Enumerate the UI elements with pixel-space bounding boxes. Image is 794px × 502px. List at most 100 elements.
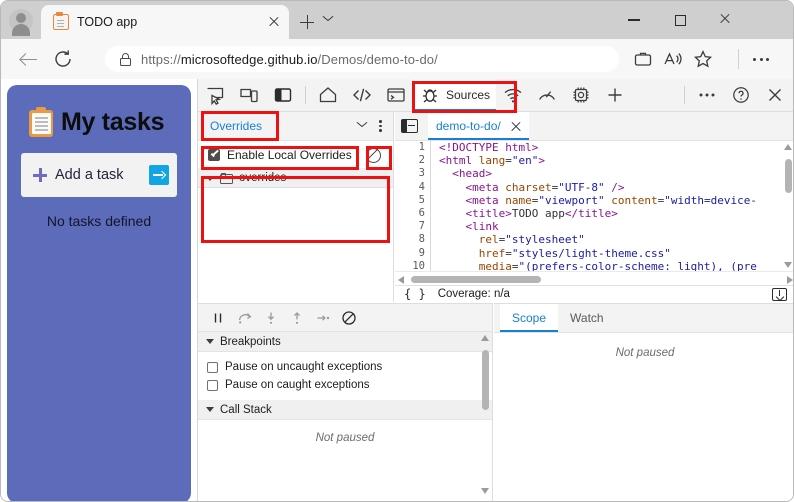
scroll-up-arrow-icon[interactable] — [784, 144, 792, 150]
step-icon[interactable] — [314, 309, 332, 327]
tab-sources[interactable]: Sources — [413, 79, 497, 111]
scroll-up-arrow-icon[interactable] — [481, 335, 489, 341]
submit-arrow-icon[interactable] — [149, 165, 169, 185]
scrollbar-thumb[interactable] — [411, 276, 541, 283]
tab-scope[interactable]: Scope — [500, 304, 559, 332]
line-number: 7 — [418, 220, 425, 233]
browser-window: TODO app https://microsoftedge.github.io… — [0, 0, 794, 502]
add-task-input[interactable]: Add a task — [21, 153, 177, 197]
navigator-tab-overrides[interactable]: Overrides — [202, 112, 270, 140]
clipboard-icon — [29, 107, 53, 137]
code-line: href="styles/light-theme.css" — [478, 246, 671, 260]
back-button[interactable] — [17, 47, 41, 71]
pause-on-uncaught-exceptions-checkbox[interactable] — [207, 361, 218, 373]
code-line: media="(prefers-color-scheme: light), (p… — [478, 259, 757, 271]
pause-on-uncaught-exceptions-row[interactable]: Pause on uncaught exceptions — [198, 358, 492, 376]
call-stack-empty-text: Not paused — [315, 432, 375, 444]
line-number: 4 — [418, 180, 425, 193]
site-information-lock-icon[interactable] — [119, 52, 131, 66]
step-out-icon[interactable] — [288, 309, 306, 327]
tab-scope-label: Scope — [512, 311, 547, 325]
help-question-mark-icon[interactable] — [724, 79, 758, 111]
line-number: 2 — [418, 154, 425, 167]
enable-local-overrides-checkbox[interactable] — [208, 148, 220, 161]
clear-configuration-icon[interactable] — [366, 148, 381, 163]
empty-state-text: No tasks defined — [46, 213, 152, 229]
editor-file-tab-close-icon[interactable] — [509, 120, 521, 132]
scroll-left-arrow-icon[interactable] — [398, 276, 404, 284]
profile-avatar[interactable] — [9, 9, 33, 36]
call-stack-section-header[interactable]: Call Stack — [198, 400, 492, 420]
tab-console[interactable] — [379, 79, 413, 111]
collapse-triangle-icon[interactable] — [206, 339, 214, 344]
code-viewer[interactable]: 1 2 3 4 5 6 7 8 9 10 <!DOCTYPE html> <html lang="e… — [395, 141, 793, 271]
step-into-icon[interactable] — [262, 309, 280, 327]
reload-button[interactable] — [51, 47, 75, 71]
tab-memory[interactable] — [564, 79, 598, 111]
export-icon[interactable] — [772, 288, 787, 301]
new-tab-plus-icon[interactable] — [297, 12, 317, 32]
close-devtools-icon[interactable] — [758, 79, 792, 111]
tab-watch-label: Watch — [570, 311, 604, 325]
device-emulation-icon[interactable] — [232, 79, 266, 111]
code-horizontal-scrollbar[interactable] — [395, 271, 793, 285]
debugger-vertical-scrollbar[interactable] — [480, 332, 491, 497]
pause-icon[interactable] — [210, 309, 228, 327]
page-title: My tasks — [61, 107, 165, 136]
tab-actions-chevron-down-icon[interactable] — [323, 14, 337, 28]
collapse-triangle-icon[interactable] — [206, 407, 214, 412]
settings-and-more-icon[interactable] — [749, 47, 773, 71]
debugger-controls — [198, 304, 492, 332]
tab-network[interactable] — [496, 79, 530, 111]
scrollbar-thumb[interactable] — [482, 350, 489, 410]
deactivate-breakpoints-icon[interactable] — [340, 309, 358, 327]
scrollbar-thumb[interactable] — [785, 159, 792, 193]
step-over-icon[interactable] — [236, 309, 254, 327]
navigator-more-chevron-down-icon[interactable] — [353, 117, 371, 135]
dock-side-icon[interactable] — [266, 79, 300, 111]
inspect-element-icon[interactable] — [198, 79, 232, 111]
tab-performance[interactable] — [530, 79, 564, 111]
tab-elements[interactable] — [345, 79, 379, 111]
line-number: 1 — [418, 141, 425, 153]
pretty-print-button[interactable]: { } — [404, 287, 426, 301]
tab-watch[interactable]: Watch — [558, 304, 616, 332]
todo-app: My tasks Add a task No tasks defined — [7, 85, 191, 501]
favorites-star-icon[interactable] — [691, 47, 715, 71]
customize-devtools-kebab-icon[interactable] — [690, 79, 724, 111]
scroll-down-arrow-icon[interactable] — [481, 488, 489, 494]
code-line: <meta charset="UTF-8" /> — [465, 180, 625, 194]
overrides-tree-root-row[interactable]: overrides — [198, 169, 393, 188]
read-aloud-icon[interactable] — [661, 47, 685, 71]
line-number: 8 — [418, 233, 425, 246]
scroll-down-arrow-icon[interactable] — [784, 262, 792, 268]
code-vertical-scrollbar[interactable] — [783, 141, 793, 271]
line-number: 10 — [412, 259, 425, 271]
more-tools-plus-icon[interactable] — [598, 79, 632, 111]
window-maximize-button[interactable] — [657, 1, 703, 39]
line-number-gutter: 1 2 3 4 5 6 7 8 9 10 — [395, 141, 431, 271]
tab-close-icon[interactable] — [267, 15, 281, 29]
window-minimize-button[interactable] — [611, 1, 657, 39]
browser-tab[interactable]: TODO app — [41, 5, 289, 39]
pause-on-caught-exceptions-row[interactable]: Pause on caught exceptions — [198, 376, 492, 394]
show-navigator-icon[interactable] — [401, 119, 418, 133]
window-close-button[interactable] — [703, 1, 749, 39]
browser-title-bar: TODO app — [1, 1, 793, 39]
code-line: <title>TODO app</title> — [465, 207, 618, 221]
scope-pane: Scope Watch Not paused — [494, 303, 793, 501]
pause-on-caught-exceptions-checkbox[interactable] — [207, 379, 218, 391]
tab-welcome[interactable] — [311, 79, 345, 111]
browser-toolbar: https://microsoftedge.github.io/Demos/de… — [1, 39, 793, 79]
collections-icon[interactable] — [631, 47, 655, 71]
expand-triangle-icon[interactable] — [206, 175, 214, 181]
editor-file-tab-label: demo-to-do/ — [436, 119, 501, 133]
overrides-tree-root-label: overrides — [239, 172, 287, 184]
breakpoints-section-header[interactable]: Breakpoints — [198, 332, 492, 352]
code-line: <meta name="viewport" content="width=dev… — [465, 193, 757, 207]
navigator-kebab-icon[interactable] — [371, 117, 389, 135]
scroll-right-arrow-icon[interactable] — [787, 276, 793, 284]
tabbar-right-divider — [684, 86, 685, 104]
editor-file-tab[interactable]: demo-to-do/ — [428, 112, 529, 140]
address-bar[interactable]: https://microsoftedge.github.io/Demos/de… — [105, 46, 619, 72]
